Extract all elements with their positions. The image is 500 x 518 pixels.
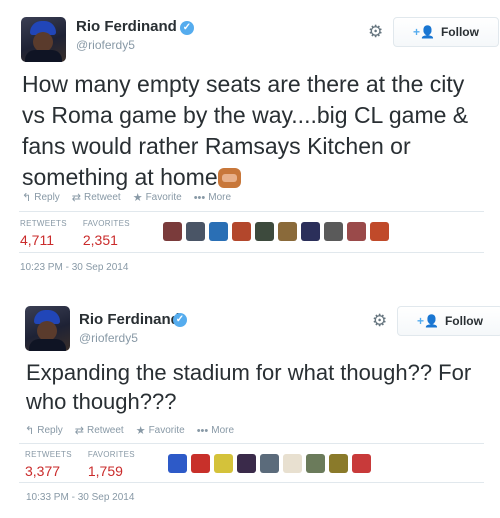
retweets-label: RETWEETS [20, 219, 67, 228]
retweet-label: Retweet [84, 192, 121, 203]
reply-label: Reply [37, 425, 63, 436]
favoriter-avatar[interactable] [237, 454, 256, 473]
retweets-count: 4,711 [20, 232, 54, 248]
user-name[interactable]: Rio Ferdinand [76, 18, 177, 35]
retweet-icon: ⇄ [71, 192, 82, 204]
tweet-text: Expanding the stadium for what though?? … [26, 360, 472, 414]
favoriter-avatar[interactable] [347, 222, 366, 241]
tweet-text-content: How many empty seats are there at the ci… [22, 71, 469, 190]
retweets-count: 3,377 [25, 463, 61, 479]
favoriter-avatar[interactable] [278, 222, 297, 241]
favoriter-avatar[interactable] [232, 222, 251, 241]
favoriter-avatars [168, 454, 371, 473]
reply-label: Reply [34, 192, 60, 203]
avatar[interactable] [21, 17, 66, 62]
timestamp[interactable]: 10:33 PM - 30 Sep 2014 [26, 492, 134, 503]
follow-label: Follow [440, 25, 479, 39]
favorites-stat[interactable]: FAVORITES 2,351 [83, 219, 130, 248]
favoriter-avatar[interactable] [191, 454, 210, 473]
retweets-label: RETWEETS [25, 450, 72, 459]
add-user-icon: +👤 [413, 25, 435, 39]
retweet-icon: ⇄ [74, 425, 85, 437]
favorite-label: Favorite [148, 425, 185, 436]
favoriter-avatar[interactable] [301, 222, 320, 241]
favorite-action[interactable]: ★ Favorite [133, 191, 182, 204]
timestamp[interactable]: 10:23 PM - 30 Sep 2014 [20, 262, 128, 273]
favorite-label: Favorite [145, 192, 182, 203]
tweet-text: How many empty seats are there at the ci… [22, 69, 487, 193]
favoriter-avatar[interactable] [329, 454, 348, 473]
retweets-stat[interactable]: RETWEETS 3,377 [25, 450, 72, 479]
retweet-action[interactable]: ⇄ Retweet [75, 424, 124, 437]
user-handle[interactable]: @rioferdy5 [79, 331, 138, 345]
retweet-label: Retweet [87, 425, 124, 436]
favorites-label: FAVORITES [87, 450, 135, 459]
follow-label: Follow [444, 314, 483, 328]
favoriter-avatar[interactable] [209, 222, 228, 241]
favoriter-avatar[interactable] [186, 222, 205, 241]
tweet-actions: ↰ Reply ⇄ Retweet ★ Favorite ••• More [25, 424, 234, 438]
retweets-stat[interactable]: RETWEETS 4,711 [20, 219, 67, 248]
favorite-action[interactable]: ★ Favorite [136, 424, 185, 437]
favorites-stat[interactable]: FAVORITES 1,759 [88, 450, 135, 479]
user-name[interactable]: Rio Ferdinand [79, 311, 180, 328]
favoriter-avatar[interactable] [283, 454, 302, 473]
tweet-stats: RETWEETS 3,377 FAVORITES 1,759 [25, 450, 135, 479]
user-handle[interactable]: @rioferdy5 [76, 38, 135, 52]
favoriter-avatar[interactable] [306, 454, 325, 473]
gear-icon[interactable]: ⚙ [372, 311, 387, 331]
star-icon: ★ [132, 192, 143, 204]
reply-action[interactable]: ↰ Reply [22, 191, 60, 204]
more-dots-icon: ••• [193, 191, 206, 204]
favoriter-avatar[interactable] [260, 454, 279, 473]
divider [19, 443, 484, 444]
tweet-card: Rio Ferdinand ✓ @rioferdy5 ⚙ +👤 Follow H… [0, 0, 500, 282]
more-action[interactable]: ••• More [194, 191, 231, 204]
retweet-action[interactable]: ⇄ Retweet [72, 191, 121, 204]
more-action[interactable]: ••• More [197, 424, 234, 437]
reply-icon: ↰ [25, 425, 35, 437]
favorites-count: 1,759 [87, 463, 123, 479]
favoriter-avatar[interactable] [163, 222, 182, 241]
reply-action[interactable]: ↰ Reply [25, 424, 63, 437]
favoriter-avatar[interactable] [370, 222, 389, 241]
add-user-icon: +👤 [417, 314, 439, 328]
divider [19, 252, 484, 253]
see-no-evil-monkey-icon [217, 168, 241, 188]
follow-button[interactable]: +👤 Follow [393, 17, 499, 47]
favoriter-avatar[interactable] [214, 454, 233, 473]
favorites-count: 2,351 [82, 232, 118, 248]
tweet-card: Rio Ferdinand ✓ @rioferdy5 ⚙ +👤 Follow E… [0, 292, 500, 518]
divider [19, 211, 484, 212]
tweet-stats: RETWEETS 4,711 FAVORITES 2,351 [20, 219, 130, 248]
favoriter-avatar[interactable] [352, 454, 371, 473]
avatar[interactable] [25, 306, 70, 351]
favorites-label: FAVORITES [82, 219, 130, 228]
follow-button[interactable]: +👤 Follow [397, 306, 500, 336]
verified-badge-icon: ✓ [173, 313, 187, 327]
favoriter-avatar[interactable] [168, 454, 187, 473]
divider [19, 482, 484, 483]
gear-icon[interactable]: ⚙ [368, 22, 383, 42]
star-icon: ★ [135, 425, 146, 437]
favoriter-avatar[interactable] [324, 222, 343, 241]
more-label: More [208, 192, 232, 203]
favoriter-avatar[interactable] [255, 222, 274, 241]
favoriter-avatars [163, 222, 389, 241]
more-dots-icon: ••• [196, 424, 209, 437]
more-label: More [211, 425, 235, 436]
verified-badge-icon: ✓ [180, 21, 194, 35]
tweet-actions: ↰ Reply ⇄ Retweet ★ Favorite ••• More [22, 191, 231, 205]
reply-icon: ↰ [22, 192, 32, 204]
